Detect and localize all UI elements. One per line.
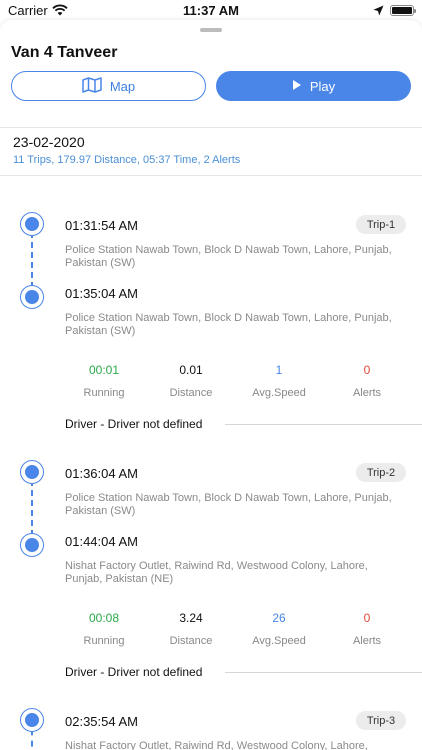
stat-alerts-label: Alerts [352,635,382,647]
stat-alerts: 0 Alerts [327,611,407,647]
play-icon [292,79,310,94]
trip-badge: Trip-2 [356,463,406,482]
sheet-grabber[interactable] [200,28,222,32]
divider [0,127,422,128]
stat-running: 00:08 Running [64,611,144,647]
day-summary: 11 Trips, 179.97 Distance, 05:37 Time, 2… [13,154,241,166]
stat-alerts-value: 0 [363,363,371,377]
stat-distance-value: 0.01 [179,363,203,377]
trip-history-sheet: Van 4 Tanveer Map Play 23-02-2020 11 Tri… [0,20,422,750]
stat-alerts: 0 Alerts [327,363,407,399]
trip-badge: Trip-1 [356,215,406,234]
stat-avg-speed: 26 Avg.Speed [239,611,319,647]
stat-distance-value: 3.24 [179,611,203,625]
day-date: 23-02-2020 [13,134,85,150]
play-button[interactable]: Play [216,71,411,101]
trip-end-time: 01:44:04 AM [65,534,138,549]
stat-avg-speed-label: Avg.Speed [252,635,306,647]
trip-badge: Trip-3 [356,711,406,730]
stat-distance: 3.24 Distance [151,611,231,647]
status-bar: Carrier 11:37 AM [0,0,422,22]
trip-card-3[interactable]: 02:35:54 AM Trip-3 Nishat Factory Outlet… [0,671,422,750]
trip-end-time: 01:35:04 AM [65,286,138,301]
map-button[interactable]: Map [11,71,206,101]
page-title: Van 4 Tanveer [11,44,118,61]
trip-start-time: 01:36:04 AM [65,466,138,481]
stat-avg-speed-label: Avg.Speed [252,387,306,399]
trip-start-marker [20,212,44,236]
trip-start-marker [20,708,44,732]
stat-running-value: 00:08 [88,611,120,625]
trip-start-address: Police Station Nawab Town, Block D Nawab… [65,492,392,517]
trip-card-2[interactable]: 01:36:04 AM Trip-2 Police Station Nawab … [0,423,422,683]
trip-end-address: Police Station Nawab Town, Block D Nawab… [65,312,392,337]
location-arrow-icon [373,4,384,19]
stat-avg-speed-value: 1 [275,363,283,377]
battery-icon [390,5,416,16]
play-button-label: Play [309,78,336,94]
clock: 11:37 AM [183,3,239,18]
trip-start-time: 02:35:54 AM [65,714,138,729]
trip-start-address: Police Station Nawab Town, Block D Nawab… [65,244,392,269]
stat-distance: 0.01 Distance [151,363,231,399]
trip-end-marker [20,533,44,557]
map-button-label: Map [109,78,136,94]
stat-running-label: Running [83,387,125,399]
trip-start-address: Nishat Factory Outlet, Raiwind Rd, Westw… [65,740,368,750]
stat-alerts-value: 0 [363,611,371,625]
trip-end-marker [20,285,44,309]
stat-running-value: 00:01 [88,363,120,377]
stat-distance-label: Distance [169,635,213,647]
trip-end-address: Nishat Factory Outlet, Raiwind Rd, Westw… [65,560,368,585]
stat-running-label: Running [83,635,125,647]
trip-card-1[interactable]: 01:31:54 AM Trip-1 Police Station Nawab … [0,175,422,435]
stat-alerts-label: Alerts [352,387,382,399]
stat-distance-label: Distance [169,387,213,399]
stat-avg-speed: 1 Avg.Speed [239,363,319,399]
map-icon [82,76,110,96]
trip-start-time: 01:31:54 AM [65,218,138,233]
trip-start-marker [20,460,44,484]
stat-avg-speed-value: 26 [272,611,286,625]
stat-running: 00:01 Running [64,363,144,399]
